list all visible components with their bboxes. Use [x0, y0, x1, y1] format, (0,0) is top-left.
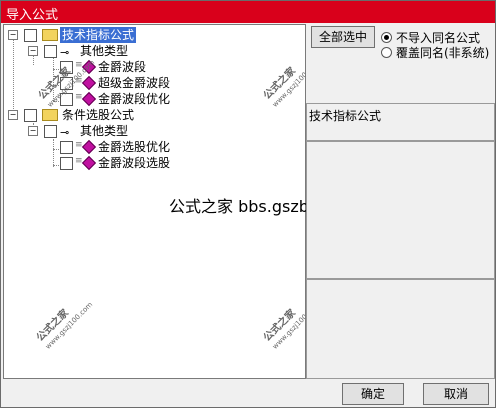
cancel-button[interactable]: 取消: [423, 383, 489, 405]
tree-node-label[interactable]: 技术指标公式: [60, 27, 137, 43]
formula-checkbox[interactable]: [60, 141, 73, 154]
formula-info-panel: 技术指标公式: [306, 103, 495, 141]
formula-description-panel: [306, 141, 495, 279]
watermark-stamp: 公式之家 www.gszj100.com: [261, 300, 306, 351]
tree-node-group[interactable]: − 条件选股公式: [8, 107, 208, 123]
tree-node-subgroup[interactable]: − ⊸ 其他类型: [28, 123, 228, 139]
title-bar: 导入公式: [1, 1, 495, 23]
tree-node-label: 金爵波段选股: [98, 156, 171, 170]
tree-node-group[interactable]: − 技术指标公式: [8, 27, 208, 43]
radio-label: 覆盖同名(非系统): [396, 46, 490, 60]
formula-type-icon: ≡: [75, 140, 83, 150]
subgroup-checkbox[interactable]: [44, 45, 57, 58]
key-icon: ⊸: [60, 126, 70, 139]
formula-gem-icon: [81, 91, 97, 107]
tree-node-subgroup[interactable]: − ⊸ 其他类型: [28, 43, 228, 59]
watermark-stamp: 公式之家 www.gszj100.com: [34, 300, 95, 351]
collapse-icon[interactable]: −: [8, 30, 18, 40]
tree-node-label: 金爵选股优化: [98, 140, 171, 154]
collapse-icon[interactable]: −: [8, 110, 18, 120]
formula-type-icon: ≡: [75, 156, 83, 166]
ok-button[interactable]: 确定: [342, 383, 404, 405]
tree-node-label: 金爵波段: [98, 60, 147, 74]
tree-line: [53, 139, 54, 167]
folder-icon: [42, 109, 58, 121]
formula-info-label: 技术指标公式: [309, 109, 382, 123]
window-title: 导入公式: [6, 8, 59, 23]
formula-gem-icon: [81, 75, 97, 91]
import-formula-dialog: 导入公式 − 技术指标公式 − ⊸ 其他类型 ≡ 金爵波段 ≡ 超级金爵波段 ≡…: [0, 0, 496, 408]
select-all-button[interactable]: 全部选中: [311, 26, 375, 48]
formula-type-icon: ≡: [75, 92, 83, 102]
tree-line: [13, 39, 14, 117]
tree-node-formula[interactable]: ≡ 超级金爵波段: [60, 75, 260, 91]
tree-node-formula[interactable]: ≡ 金爵波段优化: [60, 91, 260, 107]
overwrite-duplicate-radio[interactable]: 覆盖同名(非系统): [381, 44, 489, 61]
formula-params-panel: [306, 279, 495, 379]
tree-node-formula[interactable]: ≡ 金爵选股优化: [60, 139, 260, 155]
radio-unselected-icon[interactable]: [381, 47, 392, 58]
tree-node-label: 金爵波段优化: [98, 92, 171, 106]
formula-gem-icon: [81, 155, 97, 171]
tree-node-label: 其他类型: [80, 124, 129, 138]
tree-node-label: 超级金爵波段: [98, 76, 171, 90]
group-checkbox[interactable]: [24, 29, 37, 42]
radio-label: 不导入同名公式: [396, 31, 481, 45]
collapse-icon[interactable]: −: [28, 46, 38, 56]
tree-node-label[interactable]: 条件选股公式: [62, 107, 134, 123]
formula-checkbox[interactable]: [60, 157, 73, 170]
formula-gem-icon: [81, 139, 97, 155]
radio-selected-icon[interactable]: [381, 32, 392, 43]
folder-icon: [42, 29, 58, 41]
watermark-stamp: 公式之家 www.gszj100.com: [261, 58, 306, 109]
subgroup-checkbox[interactable]: [44, 125, 57, 138]
tree-node-formula[interactable]: ≡ 金爵波段选股: [60, 155, 260, 171]
collapse-icon[interactable]: −: [28, 126, 38, 136]
group-checkbox[interactable]: [24, 109, 37, 122]
